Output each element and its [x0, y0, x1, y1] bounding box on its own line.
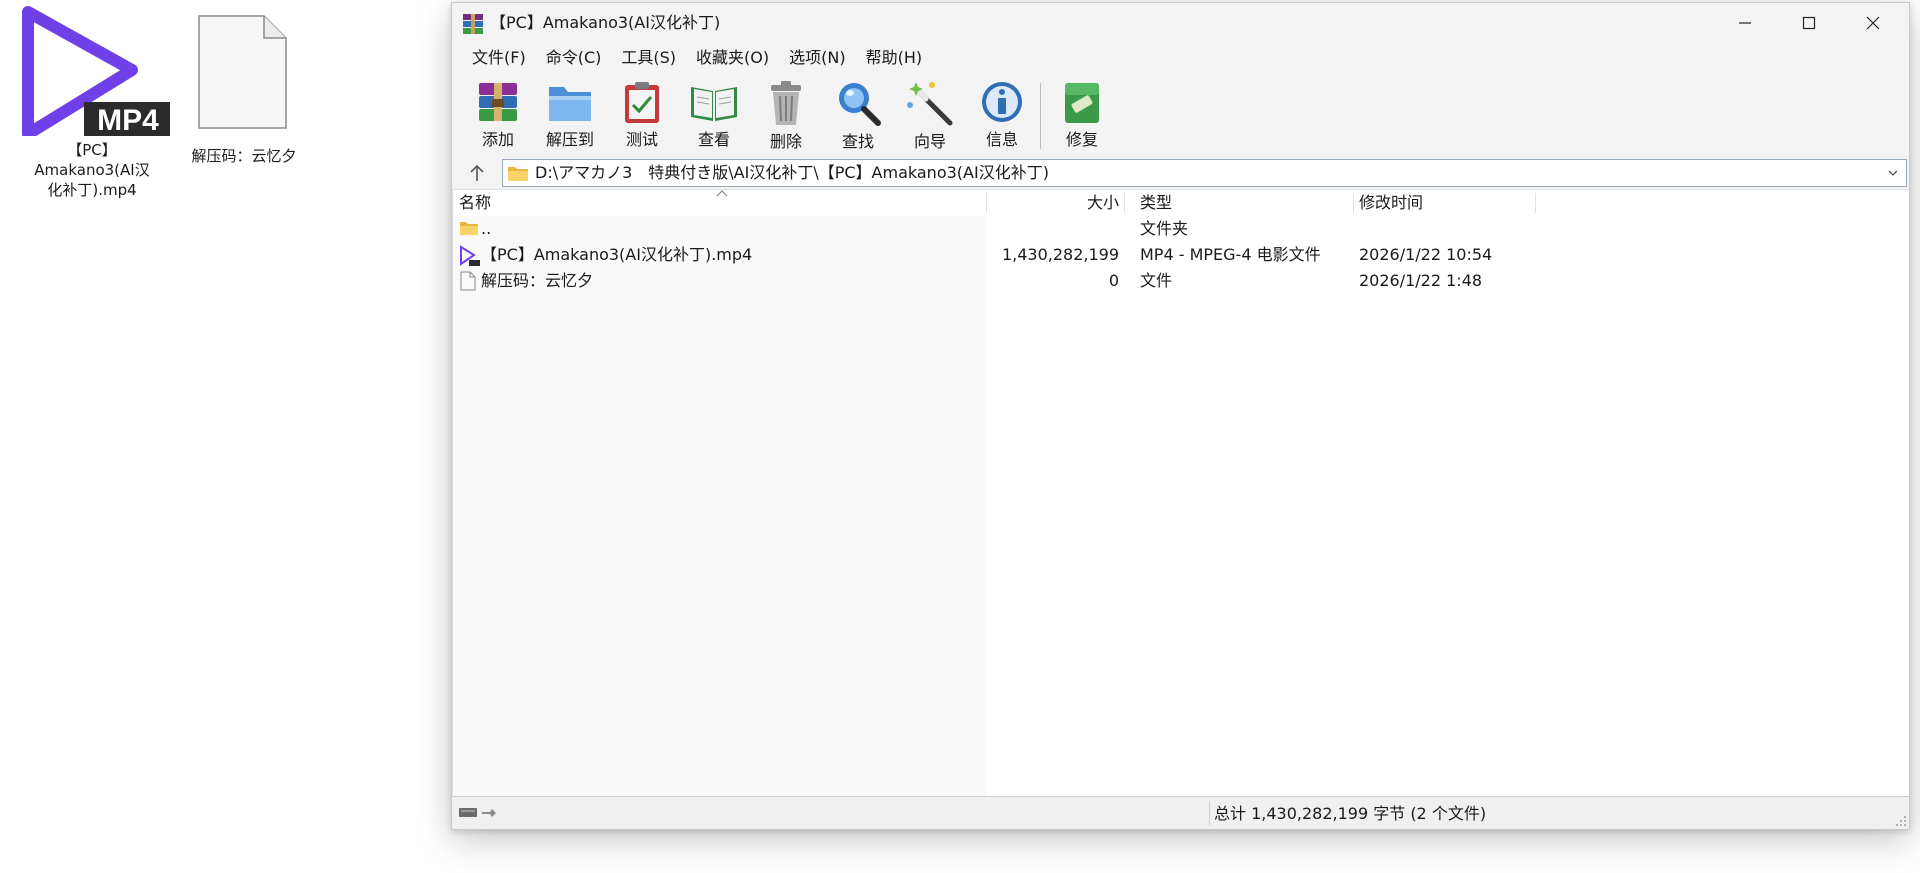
toolbar-find-button[interactable]: 查找	[822, 73, 894, 157]
toolbar-wizard-button[interactable]: 向导	[894, 73, 966, 157]
file-row-mp4[interactable]: 【PC】Amakano3(AI汉化补丁).mp4 1,430,282,199 M…	[453, 242, 1909, 268]
test-clipboard-icon	[625, 82, 659, 123]
toolbar-extract-button[interactable]: 解压到	[534, 73, 606, 157]
folder-icon	[460, 222, 478, 235]
winrar-icon	[462, 13, 484, 35]
desktop-icon-mp4[interactable]: MP4 【PC】 Amakano3(AI汉 化补丁).mp4	[14, 6, 172, 200]
desktop-icon-password-label: 解压码：云忆夕	[191, 147, 297, 165]
winrar-window: 【PC】Amakano3(AI汉化补丁) 文件(F) 命令(C) 工具(S) 收…	[451, 2, 1910, 830]
folder-icon	[508, 167, 528, 181]
toolbar-info-button[interactable]: 信息	[966, 73, 1038, 157]
column-header-size[interactable]: 大小	[993, 192, 1119, 214]
maximize-icon	[1802, 16, 1816, 30]
file-list: 名称 大小 类型 修改时间 .. 文件夹 【PC】Amakano3(AI汉化补丁…	[452, 189, 1909, 796]
minimize-icon	[1739, 22, 1751, 24]
toolbar-test-button[interactable]: 测试	[606, 73, 678, 157]
find-magnifier-icon	[839, 83, 881, 126]
mp4-video-icon: MP4	[14, 6, 172, 140]
toolbar-repair-button[interactable]: 修复	[1046, 73, 1118, 157]
path-combobox[interactable]: D:\アマカノ3 特典付き版\AI汉化补丁\【PC】Amakano3(AI汉化补…	[502, 159, 1907, 187]
drive-icon[interactable]	[458, 806, 498, 820]
close-icon	[1866, 16, 1880, 30]
menu-favorites[interactable]: 收藏夹(O)	[686, 43, 779, 73]
toolbar-add-button[interactable]: 添加	[462, 73, 534, 157]
desktop-icon-password-file[interactable]: 解压码：云忆夕	[174, 12, 314, 166]
window-title: 【PC】Amakano3(AI汉化补丁)	[490, 13, 721, 32]
minimize-button[interactable]	[1713, 3, 1777, 43]
list-header: 名称 大小 类型 修改时间	[453, 190, 1909, 216]
status-bar: 总计 1,430,282,199 字节 (2 个文件)	[452, 796, 1909, 829]
toolbar-separator	[1040, 83, 1041, 149]
status-summary: 总计 1,430,282,199 字节 (2 个文件)	[1214, 804, 1487, 823]
mp4-badge: MP4	[97, 104, 159, 136]
sort-ascending-icon	[716, 190, 728, 197]
delete-trash-icon	[771, 81, 801, 125]
column-header-type[interactable]: 类型	[1140, 192, 1172, 214]
repair-kit-icon	[1065, 83, 1099, 123]
mp4-file-icon	[460, 245, 480, 266]
current-path: D:\アマカノ3 特典付き版\AI汉化补丁\【PC】Amakano3(AI汉化补…	[535, 163, 1049, 182]
menu-commands[interactable]: 命令(C)	[536, 43, 612, 73]
wizard-wand-icon	[907, 82, 953, 126]
extract-folder-icon	[549, 87, 591, 121]
up-folder-button[interactable]	[466, 162, 488, 184]
toolbar-view-button[interactable]: 查看	[678, 73, 750, 157]
blank-file-icon	[174, 12, 314, 132]
chevron-down-icon[interactable]	[1886, 166, 1900, 180]
toolbar: 添加 解压到 测试 查看 删除 查找 向导 信息 修复	[452, 73, 1909, 157]
desktop-icon-mp4-label: 【PC】 Amakano3(AI汉 化补丁).mp4	[34, 141, 150, 199]
address-bar: D:\アマカノ3 特典付き版\AI汉化补丁\【PC】Amakano3(AI汉化补…	[452, 157, 1909, 189]
blank-file-icon	[460, 271, 476, 291]
menu-options[interactable]: 选项(N)	[779, 43, 855, 73]
column-header-name[interactable]: 名称	[459, 192, 491, 214]
file-row-password[interactable]: 解压码：云忆夕 0 文件 2026/1/22 1:48	[453, 268, 1909, 294]
title-bar[interactable]: 【PC】Amakano3(AI汉化补丁)	[452, 3, 1909, 43]
view-book-icon	[691, 87, 737, 121]
add-archive-icon	[479, 83, 517, 121]
menu-tools[interactable]: 工具(S)	[611, 43, 686, 73]
toolbar-delete-button[interactable]: 删除	[750, 73, 822, 157]
file-row-parent[interactable]: .. 文件夹	[453, 216, 1909, 242]
maximize-button[interactable]	[1777, 3, 1841, 43]
info-icon	[982, 82, 1022, 122]
resize-grip-icon[interactable]	[1895, 815, 1907, 827]
menu-help[interactable]: 帮助(H)	[856, 43, 933, 73]
arrow-up-icon	[470, 164, 484, 181]
column-header-modified[interactable]: 修改时间	[1359, 192, 1423, 214]
close-button[interactable]	[1841, 3, 1905, 43]
menu-bar: 文件(F) 命令(C) 工具(S) 收藏夹(O) 选项(N) 帮助(H)	[452, 43, 1909, 73]
menu-file[interactable]: 文件(F)	[462, 43, 536, 73]
